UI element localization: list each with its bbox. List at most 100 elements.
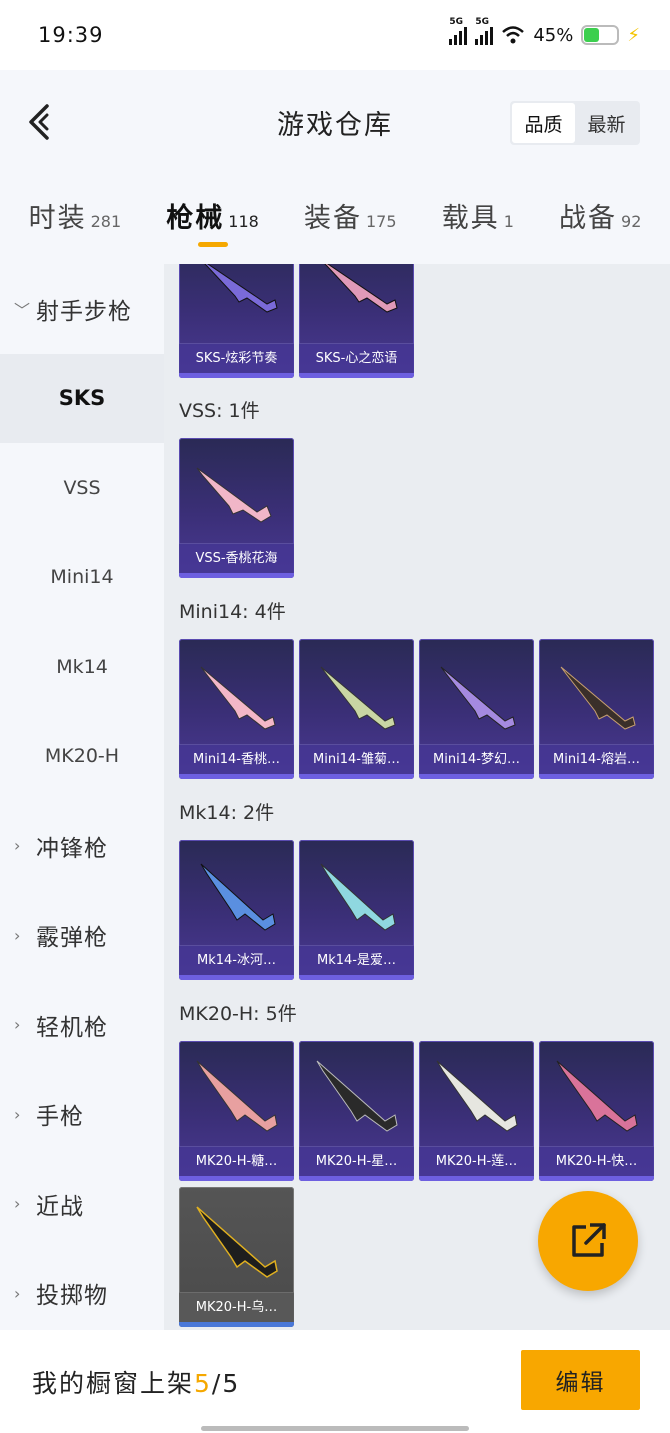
item-card[interactable]: MK20-H-星… [299,1041,414,1181]
sidebar-item-label: 轻机枪 [36,1014,108,1041]
charging-icon: ⚡ [627,24,640,46]
item-card[interactable]: SKS-炫彩节奏 [179,264,294,378]
tab-label: 装备 [303,203,362,234]
edit-button[interactable]: 编辑 [521,1350,640,1410]
item-card[interactable]: Mini14-雏菊… [299,639,414,779]
item-name: Mk14-冰河… [179,945,294,975]
item-name: Mini14-雏菊… [299,744,414,774]
item-card[interactable]: MK20-H-快… [539,1041,654,1181]
chevron-right-icon: › [14,1283,22,1303]
wifi-icon [502,26,525,44]
chevron-right-icon: › [14,1194,22,1214]
sidebar-item-mk20h[interactable]: MK20-H [0,712,164,802]
sidebar-item-pistol[interactable]: › 手枪 [0,1070,164,1160]
rarity-stripe [299,975,414,980]
tab-fashion[interactable]: 时装 281 [29,196,122,256]
rarity-stripe [299,774,414,779]
bottom-bar: 我的橱窗上架5/5 编辑 [0,1330,670,1433]
section-label-mk14: Mk14: 2件 [179,802,275,824]
tab-count: 1 [503,212,514,231]
item-card[interactable]: SKS-心之恋语 [299,264,414,378]
rifle-icon [316,1060,398,1132]
item-name: SKS-心之恋语 [299,343,414,373]
section-label-vss: VSS: 1件 [179,400,260,422]
item-card[interactable]: MK20-H-乌… [179,1187,294,1327]
item-name: Mk14-是爱… [299,945,414,975]
showcase-total: /5 [211,1369,241,1398]
tab-count: 281 [90,212,122,231]
item-card[interactable]: Mini14-梦幻… [419,639,534,779]
rifle-icon [196,467,272,523]
sidebar-item-throwable[interactable]: › 投掷物 [0,1249,164,1331]
tab-label: 战备 [559,203,618,234]
sidebar-item-label: 射手步枪 [36,298,132,325]
sidebar-item-mini14[interactable]: Mini14 [0,533,164,623]
share-button[interactable] [538,1191,638,1291]
sort-quality-button[interactable]: 品质 [512,103,575,143]
rifle-icon [196,1206,278,1278]
signal-label-2: 5G [475,17,489,27]
rifle-icon [320,863,396,931]
tab-battle-gear[interactable]: 战备 92 [559,196,641,256]
sidebar-item-lmg[interactable]: › 轻机枪 [0,980,164,1070]
chevron-right-icon: › [14,1015,22,1035]
rarity-stripe [179,1322,294,1327]
tab-guns[interactable]: 枪械 118 [166,196,259,256]
rarity-stripe [539,1176,654,1181]
sort-newest-button[interactable]: 最新 [575,103,638,143]
tab-label: 枪械 [166,203,225,234]
sidebar-item-shotgun[interactable]: › 霰弹枪 [0,891,164,981]
item-card[interactable]: Mini14-熔岩… [539,639,654,779]
chevron-right-icon: › [14,925,22,945]
item-card[interactable]: VSS-香桃花海 [179,438,294,578]
rifle-icon [196,1060,278,1132]
showcase-label: 我的橱窗上架 [32,1369,195,1398]
rarity-stripe [179,373,294,378]
item-name: MK20-H-糖… [179,1146,294,1176]
tab-count: 92 [621,212,642,231]
home-indicator[interactable] [201,1426,469,1431]
status-icons: 5G 5G 45% ⚡ [449,17,640,46]
sidebar-item-sks[interactable]: SKS [0,353,164,443]
tab-active-indicator [198,242,229,247]
item-name: MK20-H-乌… [179,1292,294,1322]
item-card[interactable]: Mk14-是爱… [299,840,414,980]
item-name: SKS-炫彩节奏 [179,343,294,373]
battery-percent: 45% [533,24,574,46]
rifle-icon [440,666,516,730]
sidebar-item-mk14[interactable]: Mk14 [0,622,164,712]
rifle-icon [560,666,636,730]
sidebar-item-smg[interactable]: › 冲锋枪 [0,801,164,891]
tab-equipment[interactable]: 装备 175 [304,196,397,256]
sidebar-item-melee[interactable]: › 近战 [0,1159,164,1249]
sidebar-item-label: 霰弹枪 [36,925,108,952]
item-name: VSS-香桃花海 [179,543,294,573]
rifle-icon [200,666,276,730]
sidebar-item-vss[interactable]: VSS [0,443,164,533]
tab-label: 载具 [441,203,500,234]
item-card[interactable]: MK20-H-糖… [179,1041,294,1181]
item-card[interactable]: MK20-H-莲… [419,1041,534,1181]
item-name: MK20-H-星… [299,1146,414,1176]
item-name: MK20-H-快… [539,1146,654,1176]
signal-icon: 5G [449,17,468,45]
sidebar-item-label: 投掷物 [36,1283,108,1310]
weapon-category-sidebar: ﹀ 射手步枪 SKS VSS Mini14 Mk14 MK20-H › 冲锋枪 … [0,264,164,1330]
item-name: Mini14-香桃… [179,744,294,774]
chevron-right-icon: › [14,1104,22,1124]
item-name: Mini14-梦幻… [419,744,534,774]
sidebar-item-label: 近战 [36,1193,84,1220]
chevron-right-icon: › [14,836,22,856]
rarity-stripe [179,1176,294,1181]
item-card[interactable]: Mk14-冰河… [179,840,294,980]
item-name: MK20-H-莲… [419,1146,534,1176]
showcase-count: 我的橱窗上架5/5 [32,1364,240,1400]
rarity-stripe [419,1176,534,1181]
item-card[interactable]: Mini14-香桃… [179,639,294,779]
signal-icon-2: 5G [475,17,494,45]
sidebar-item-marksman-rifle[interactable]: ﹀ 射手步枪 [0,264,164,354]
battery-icon [581,25,620,45]
tab-vehicles[interactable]: 载具 1 [442,196,514,256]
item-name: Mini14-熔岩… [539,744,654,774]
rifle-icon [200,863,276,931]
